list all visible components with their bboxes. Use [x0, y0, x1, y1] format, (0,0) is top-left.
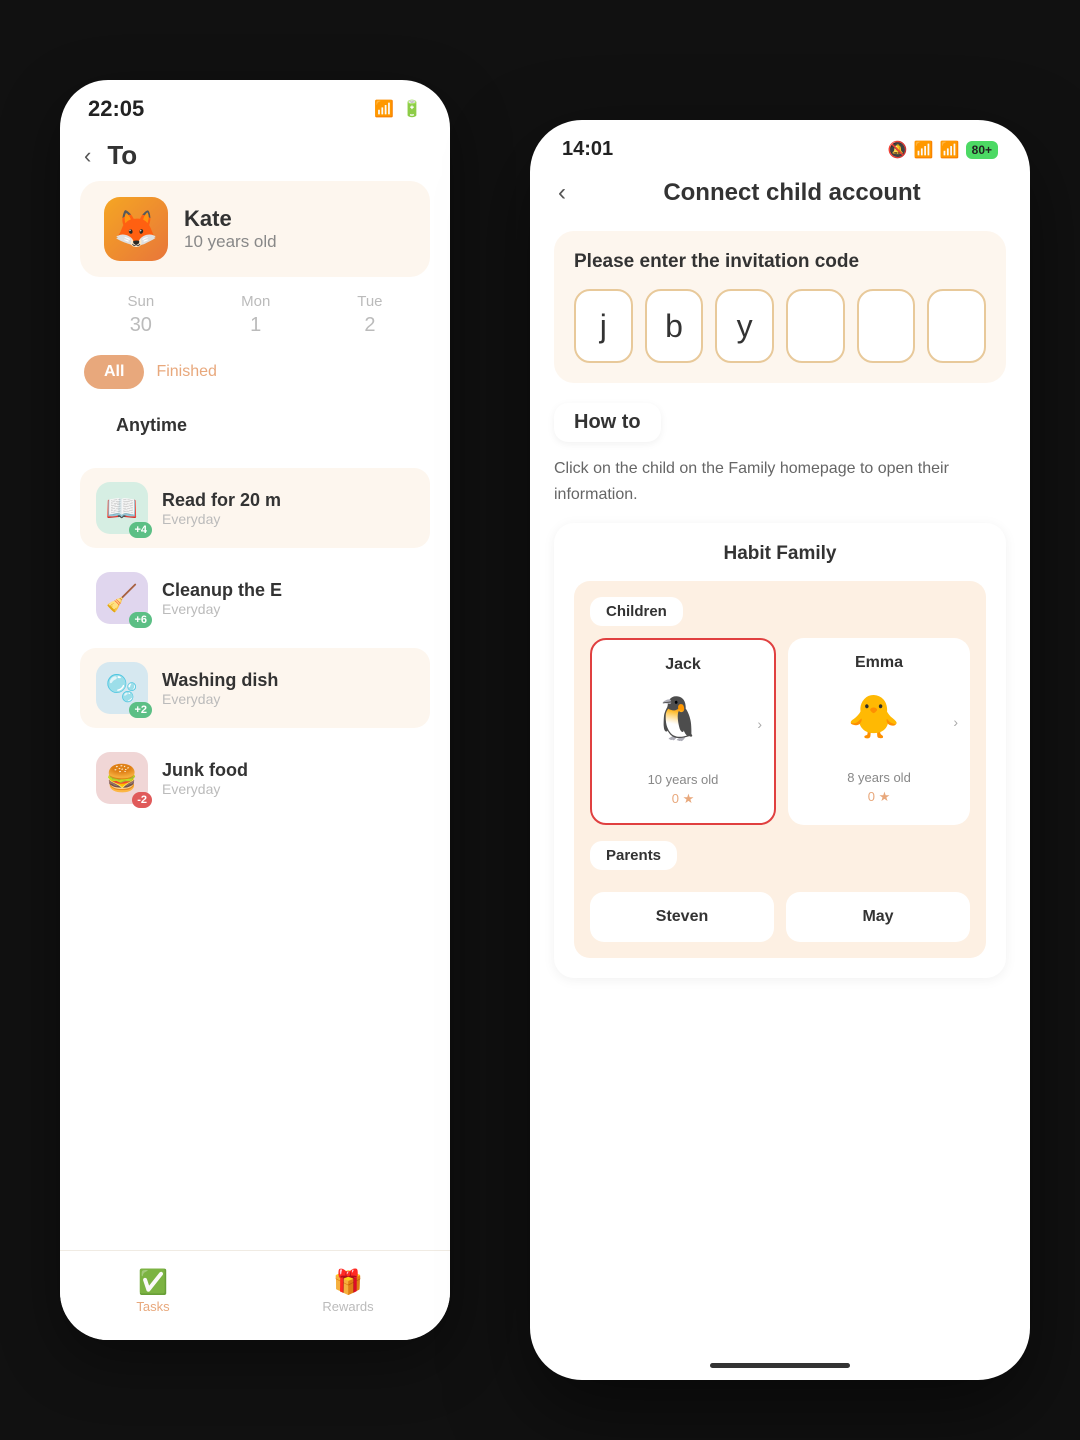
task-info: Read for 20 m Everyday — [162, 490, 414, 527]
calendar-row: Sun 30 Mon 1 Tue 2 — [60, 277, 450, 345]
family-bg: Children Jack 🐧 › 10 years old 0 ★ — [574, 581, 986, 958]
invite-section: Please enter the invitation code j b y — [554, 231, 1006, 383]
back-status-bar: 22:05 📶 🔋 — [60, 80, 450, 130]
family-card: Habit Family Children Jack 🐧 › 10 years … — [554, 523, 1006, 978]
list-item[interactable]: 🫧 +2 Washing dish Everyday — [80, 648, 430, 728]
task-icon: 🍔 -2 — [96, 752, 148, 804]
profile-info: Kate 10 years old — [184, 206, 277, 252]
list-item[interactable]: 🧹 +6 Cleanup the E Everyday — [80, 558, 430, 638]
nav-tasks[interactable]: ✅ Tasks — [136, 1268, 169, 1314]
avatar-emoji: 🦊 — [114, 208, 159, 250]
child-card-emma[interactable]: Emma 🐥 › 8 years old 0 ★ — [788, 638, 970, 825]
wifi-icon: 📶 — [940, 140, 960, 160]
children-section-label: Children — [590, 597, 683, 626]
task-list: 📖 +4 Read for 20 m Everyday 🧹 +6 Cleanup… — [60, 468, 450, 818]
child-avatar-jack: 🐧 — [643, 684, 713, 754]
scene: 22:05 📶 🔋 ‹ To 🦊 Kate 10 years old Sun 3… — [0, 0, 1080, 1440]
front-header: ‹ Connect child account — [530, 169, 1030, 223]
signal-icon: 📶 — [914, 140, 934, 160]
chevron-right-icon: › — [757, 716, 762, 732]
child-avatar-emma: 🐥 — [839, 682, 909, 752]
task-badge: +4 — [129, 522, 152, 538]
child-stars-emma: 0 ★ — [800, 789, 958, 805]
cal-day-tue: Tue 2 — [357, 293, 382, 337]
task-icon: 📖 +4 — [96, 482, 148, 534]
front-status-icons: 🔕 📶 📶 80+ — [888, 140, 998, 160]
parents-row: Steven May — [590, 892, 970, 942]
nav-rewards[interactable]: 🎁 Rewards — [322, 1268, 373, 1314]
parent-card-steven[interactable]: Steven — [590, 892, 774, 942]
chevron-right-icon: › — [953, 714, 958, 730]
task-badge: +2 — [129, 702, 152, 718]
child-name-emma: Emma — [800, 654, 958, 672]
rewards-nav-label: Rewards — [322, 1299, 373, 1314]
invite-label: Please enter the invitation code — [574, 251, 986, 273]
back-status-icons: 📶 🔋 — [374, 99, 422, 119]
child-age-emma: 8 years old — [800, 770, 958, 785]
filter-row: All Finished — [60, 345, 450, 405]
front-back-button[interactable]: ‹ — [558, 179, 566, 207]
profile-age: 10 years old — [184, 232, 277, 252]
howto-description: Click on the child on the Family homepag… — [554, 456, 1006, 507]
family-title: Habit Family — [574, 543, 986, 565]
child-avatar-jack-row: 🐧 › — [604, 684, 762, 764]
child-name-jack: Jack — [604, 656, 762, 674]
task-icon: 🧹 +6 — [96, 572, 148, 624]
task-info: Junk food Everyday — [162, 760, 414, 797]
home-indicator — [710, 1363, 850, 1368]
wifi-icon: 📶 — [374, 99, 394, 119]
cal-day-mon: Mon 1 — [241, 293, 270, 337]
howto-label: How to — [554, 403, 661, 442]
anytime-section-label: Anytime — [60, 405, 450, 468]
battery-badge: 80+ — [966, 141, 998, 159]
back-time: 22:05 — [88, 96, 144, 122]
avatar: 🦊 — [104, 197, 168, 261]
child-age-jack: 10 years old — [604, 772, 762, 787]
front-time: 14:01 — [562, 138, 613, 161]
front-page-title: Connect child account — [582, 179, 1002, 207]
battery-icon: 🔋 — [402, 99, 422, 119]
code-box-4[interactable] — [786, 289, 845, 363]
task-info: Cleanup the E Everyday — [162, 580, 414, 617]
parents-section: Parents Steven May — [590, 841, 970, 942]
code-box-5[interactable] — [857, 289, 916, 363]
tasks-icon: ✅ — [136, 1268, 169, 1297]
children-row: Jack 🐧 › 10 years old 0 ★ Emma 🐥 — [590, 638, 970, 825]
code-box-6[interactable] — [927, 289, 986, 363]
code-box-1[interactable]: j — [574, 289, 633, 363]
back-page-title: To — [107, 140, 137, 171]
filter-finished-button[interactable]: Finished — [156, 363, 216, 381]
parents-section-label: Parents — [590, 841, 677, 870]
front-phone: 14:01 🔕 📶 📶 80+ ‹ Connect child account … — [530, 120, 1030, 1380]
mute-icon: 🔕 — [888, 140, 908, 160]
rewards-icon: 🎁 — [322, 1268, 373, 1297]
code-input-row: j b y — [574, 289, 986, 363]
code-box-3[interactable]: y — [715, 289, 774, 363]
parent-card-may[interactable]: May — [786, 892, 970, 942]
code-box-2[interactable]: b — [645, 289, 704, 363]
profile-name: Kate — [184, 206, 277, 232]
howto-section: How to Click on the child on the Family … — [554, 403, 1006, 978]
cal-day-sun: Sun 30 — [127, 293, 154, 337]
back-header: ‹ To — [60, 130, 450, 181]
task-info: Washing dish Everyday — [162, 670, 414, 707]
filter-all-button[interactable]: All — [84, 355, 144, 389]
task-badge: +6 — [129, 612, 152, 628]
list-item[interactable]: 📖 +4 Read for 20 m Everyday — [80, 468, 430, 548]
task-badge: -2 — [132, 792, 152, 808]
child-stars-jack: 0 ★ — [604, 791, 762, 807]
profile-section: 🦊 Kate 10 years old — [80, 181, 430, 277]
tasks-nav-label: Tasks — [136, 1299, 169, 1314]
task-icon: 🫧 +2 — [96, 662, 148, 714]
child-avatar-emma-row: 🐥 › — [800, 682, 958, 762]
back-button[interactable]: ‹ — [84, 143, 91, 169]
list-item[interactable]: 🍔 -2 Junk food Everyday — [80, 738, 430, 818]
front-status-bar: 14:01 🔕 📶 📶 80+ — [530, 120, 1030, 169]
back-phone: 22:05 📶 🔋 ‹ To 🦊 Kate 10 years old Sun 3… — [60, 80, 450, 1340]
bottom-nav: ✅ Tasks 🎁 Rewards — [60, 1250, 450, 1340]
child-card-jack[interactable]: Jack 🐧 › 10 years old 0 ★ — [590, 638, 776, 825]
